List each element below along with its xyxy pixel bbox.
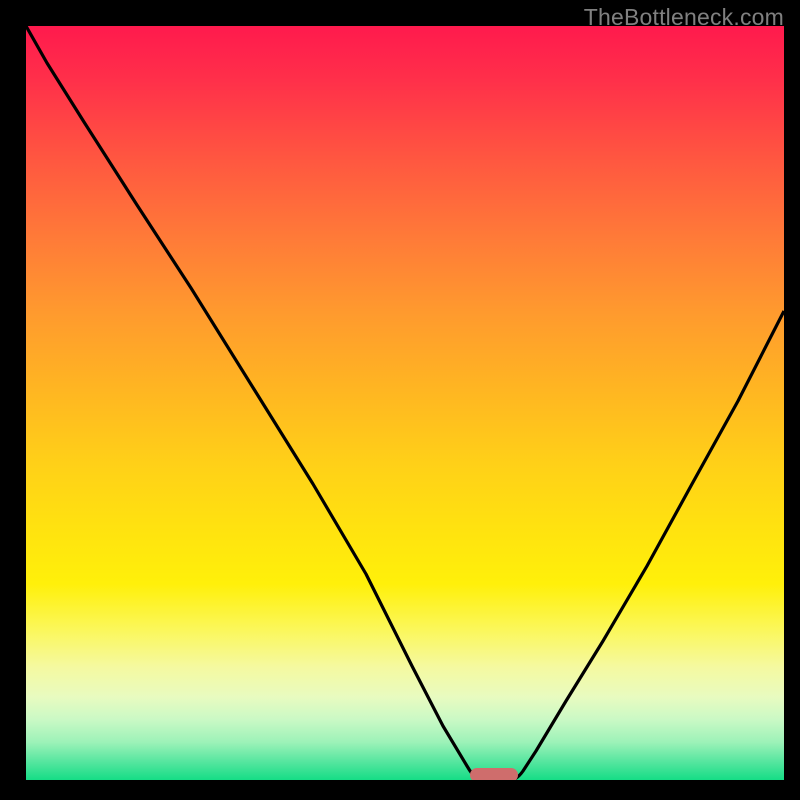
curve-layer [26, 26, 784, 780]
plot-area [26, 26, 784, 780]
chart-frame: TheBottleneck.com [0, 0, 800, 800]
bottleneck-curve [26, 26, 784, 780]
optimal-marker [470, 768, 518, 780]
watermark-text: TheBottleneck.com [584, 4, 784, 31]
